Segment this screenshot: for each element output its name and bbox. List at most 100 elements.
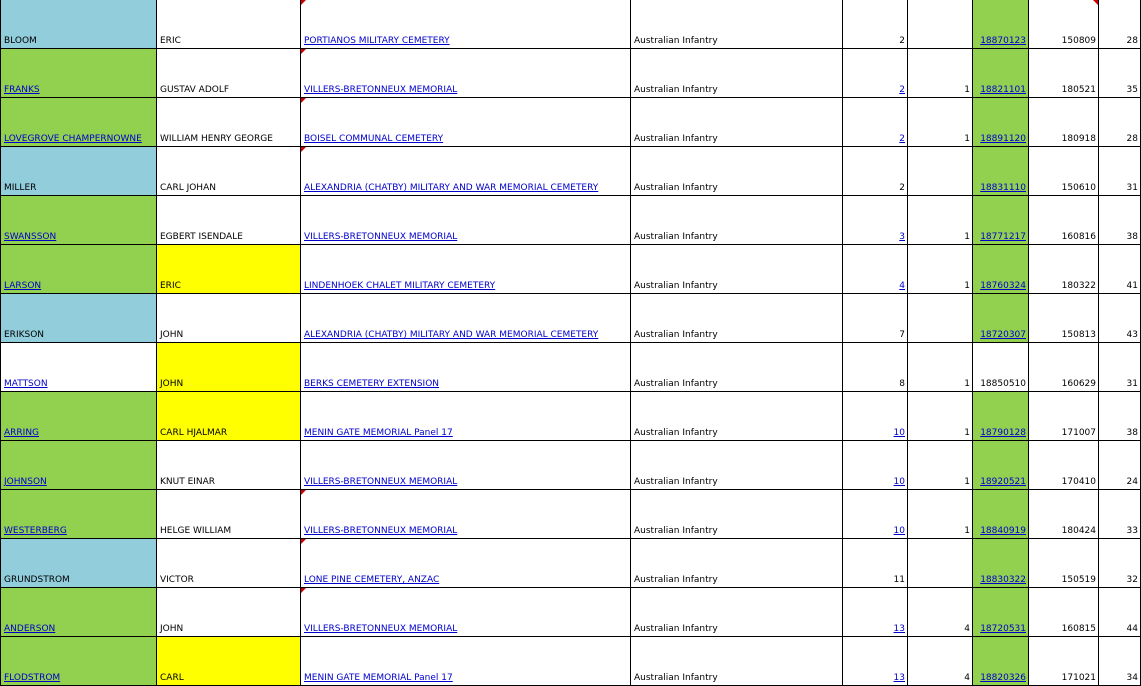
cemetery-link[interactable]: LINDENHOEK CHALET MILITARY CEMETERY [300,244,631,294]
number-cell[interactable]: 1 [907,97,973,147]
surname-link[interactable]: FLODSTROM [0,636,157,686]
cemetery-link[interactable]: BOISEL COMMUNAL CEMETERY [300,97,631,147]
unit-cell[interactable]: Australian Infantry [630,0,843,49]
number-link[interactable]: 3 [842,195,908,245]
number-link[interactable]: 4 [842,244,908,294]
number-cell[interactable] [907,0,973,49]
unit-cell[interactable]: Australian Infantry [630,146,843,196]
age-cell[interactable]: 28 [1098,97,1141,147]
given-name-cell[interactable]: KNUT EINAR [156,440,301,490]
cemetery-link[interactable]: PORTIANOS MILITARY CEMETERY [300,0,631,49]
number-cell[interactable]: 1 [907,48,973,98]
unit-cell[interactable]: Australian Infantry [630,48,843,98]
number-link[interactable]: 13 [842,636,908,686]
death-date-cell[interactable]: 150809 [1028,0,1099,49]
number-cell[interactable]: 4 [907,587,973,637]
age-cell[interactable]: 24 [1098,440,1141,490]
age-cell[interactable]: 34 [1098,636,1141,686]
unit-cell[interactable]: Australian Infantry [630,587,843,637]
age-cell[interactable]: 38 [1098,195,1141,245]
birth-date-link[interactable]: 18891120 [972,97,1029,147]
given-name-cell[interactable]: CARL JOHAN [156,146,301,196]
death-date-cell[interactable]: 160629 [1028,342,1099,392]
age-cell[interactable]: 33 [1098,489,1141,539]
number-cell[interactable]: 2 [842,0,908,49]
cemetery-link[interactable]: ALEXANDRIA (CHATBY) MILITARY AND WAR MEM… [300,146,631,196]
birth-date-link[interactable]: 18720531 [972,587,1029,637]
death-date-cell[interactable]: 150610 [1028,146,1099,196]
number-cell[interactable]: 4 [907,636,973,686]
given-name-cell[interactable]: JOHN [156,342,301,392]
unit-cell[interactable]: Australian Infantry [630,342,843,392]
death-date-cell[interactable]: 150519 [1028,538,1099,588]
birth-date-link[interactable]: 18830322 [972,538,1029,588]
number-cell[interactable]: 1 [907,342,973,392]
death-date-cell[interactable]: 180521 [1028,48,1099,98]
cemetery-link[interactable]: MENIN GATE MEMORIAL Panel 17 [300,391,631,441]
surname-cell[interactable]: GRUNDSTROM [0,538,157,588]
given-name-cell[interactable]: ERIC [156,244,301,294]
cemetery-link[interactable]: MENIN GATE MEMORIAL Panel 17 [300,636,631,686]
age-cell[interactable]: 28 [1098,0,1141,49]
death-date-cell[interactable]: 170410 [1028,440,1099,490]
number-link[interactable]: 10 [842,440,908,490]
surname-link[interactable]: WESTERBERG [0,489,157,539]
death-date-cell[interactable]: 180424 [1028,489,1099,539]
age-cell[interactable]: 31 [1098,146,1141,196]
given-name-cell[interactable]: CARL HJALMAR [156,391,301,441]
number-cell[interactable]: 7 [842,293,908,343]
number-cell[interactable]: 2 [842,146,908,196]
death-date-cell[interactable]: 160815 [1028,587,1099,637]
birth-date-cell[interactable]: 18850510 [972,342,1029,392]
number-cell[interactable]: 8 [842,342,908,392]
unit-cell[interactable]: Australian Infantry [630,538,843,588]
number-link[interactable]: 13 [842,587,908,637]
death-date-cell[interactable]: 171007 [1028,391,1099,441]
given-name-cell[interactable]: CARL [156,636,301,686]
surname-link[interactable]: JOHNSON [0,440,157,490]
given-name-cell[interactable]: ERIC [156,0,301,49]
age-cell[interactable]: 41 [1098,244,1141,294]
surname-cell[interactable]: MILLER [0,146,157,196]
unit-cell[interactable]: Australian Infantry [630,195,843,245]
number-cell[interactable] [907,538,973,588]
age-cell[interactable]: 31 [1098,342,1141,392]
surname-cell[interactable]: ERIKSON [0,293,157,343]
unit-cell[interactable]: Australian Infantry [630,97,843,147]
cemetery-link[interactable]: VILLERS-BRETONNEUX MEMORIAL [300,48,631,98]
number-cell[interactable] [907,293,973,343]
given-name-cell[interactable]: GUSTAV ADOLF [156,48,301,98]
given-name-cell[interactable]: WILLIAM HENRY GEORGE [156,97,301,147]
death-date-cell[interactable]: 160816 [1028,195,1099,245]
unit-cell[interactable]: Australian Infantry [630,440,843,490]
birth-date-link[interactable]: 18870123 [972,0,1029,49]
given-name-cell[interactable]: JOHN [156,587,301,637]
death-date-cell[interactable]: 180918 [1028,97,1099,147]
number-link[interactable]: 10 [842,489,908,539]
cemetery-link[interactable]: BERKS CEMETERY EXTENSION [300,342,631,392]
age-cell[interactable]: 32 [1098,538,1141,588]
death-date-cell[interactable]: 150813 [1028,293,1099,343]
surname-link[interactable]: MATTSON [0,342,157,392]
age-cell[interactable]: 35 [1098,48,1141,98]
death-date-cell[interactable]: 171021 [1028,636,1099,686]
age-cell[interactable]: 38 [1098,391,1141,441]
number-cell[interactable] [907,146,973,196]
unit-cell[interactable]: Australian Infantry [630,391,843,441]
given-name-cell[interactable]: JOHN [156,293,301,343]
birth-date-link[interactable]: 18760324 [972,244,1029,294]
birth-date-link[interactable]: 18840919 [972,489,1029,539]
birth-date-link[interactable]: 18821101 [972,48,1029,98]
surname-cell[interactable]: BLOOM [0,0,157,49]
unit-cell[interactable]: Australian Infantry [630,489,843,539]
cemetery-link[interactable]: VILLERS-BRETONNEUX MEMORIAL [300,195,631,245]
number-cell[interactable]: 1 [907,195,973,245]
unit-cell[interactable]: Australian Infantry [630,244,843,294]
birth-date-link[interactable]: 18771217 [972,195,1029,245]
surname-link[interactable]: FRANKS [0,48,157,98]
number-cell[interactable]: 1 [907,440,973,490]
cemetery-link[interactable]: VILLERS-BRETONNEUX MEMORIAL [300,587,631,637]
number-cell[interactable]: 11 [842,538,908,588]
birth-date-link[interactable]: 18820326 [972,636,1029,686]
cemetery-link[interactable]: LONE PINE CEMETERY, ANZAC [300,538,631,588]
